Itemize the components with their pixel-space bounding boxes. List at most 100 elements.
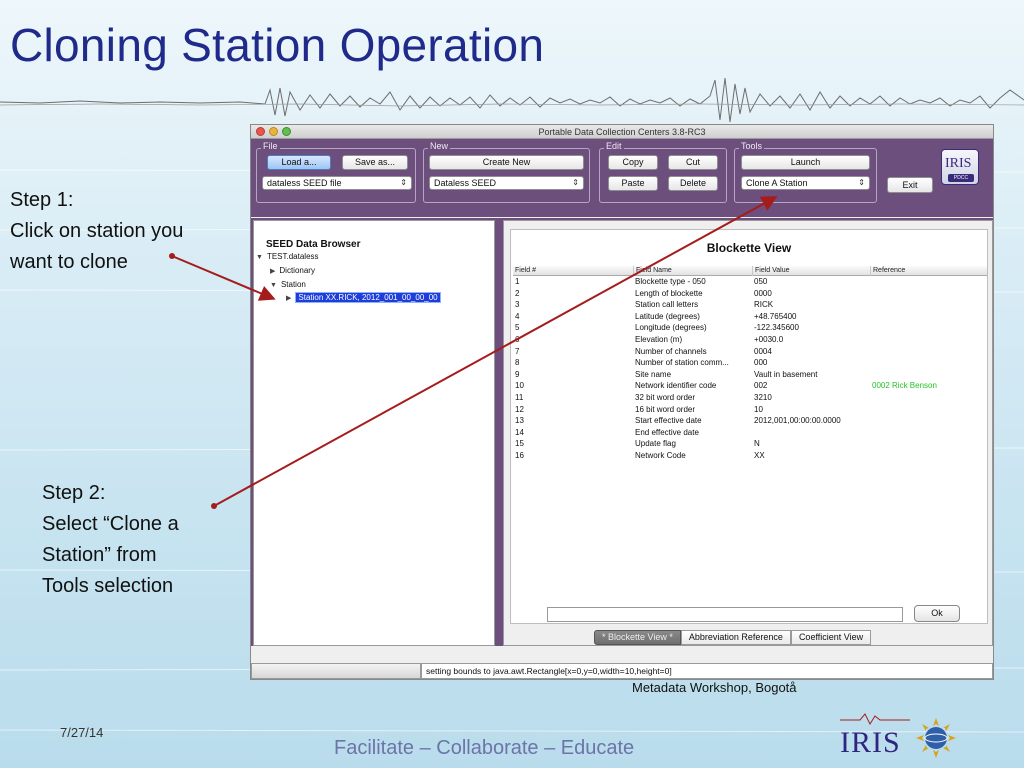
pdcc-badge: PDCC — [948, 174, 974, 182]
table-row[interactable]: 16 Network Code XX — [513, 450, 987, 462]
tree-dictionary-label: Dictionary — [279, 266, 315, 275]
field-name-cell: 16 bit word order — [635, 404, 696, 414]
field-value-cell: 050 — [754, 277, 768, 286]
tools-select[interactable]: Clone A Station ⇕ — [741, 176, 870, 190]
tools-select-value: Clone A Station — [746, 178, 808, 188]
field-value-cell: Vault in basement — [754, 369, 818, 379]
tab-blockette-view[interactable]: * Blockette View * — [594, 630, 681, 645]
new-type-select-value: Dataless SEED — [434, 178, 497, 188]
tree-item-station[interactable]: ▼ Station — [270, 280, 306, 289]
blockette-title: Blockette View — [706, 241, 792, 255]
field-value-cell: 0000 — [754, 288, 772, 298]
table-row[interactable]: 14 End effective date — [513, 427, 987, 439]
column-header[interactable]: Field Value — [752, 266, 870, 276]
table-row[interactable]: 8 Number of station comm... 000 — [513, 357, 987, 369]
table-row[interactable]: 6 Elevation (m) +0030.0 — [513, 334, 987, 346]
window-title: Portable Data Collection Centers 3.8-RC3 — [538, 127, 706, 137]
field-number-cell: 15 — [515, 439, 524, 449]
iris-pdcc-logo: IRIS PDCC — [941, 149, 979, 185]
select-arrows-icon: ⇕ — [858, 178, 865, 187]
field-name-cell: Latitude (degrees) — [635, 311, 700, 321]
field-value-cell: XX — [754, 450, 765, 460]
table-row[interactable]: 2 Length of blockette 0000 — [513, 288, 987, 300]
field-value-cell: 2012,001,00:00:00.0000 — [754, 416, 841, 426]
field-name-cell: Length of blockette — [635, 288, 703, 298]
view-tabs: * Blockette View * Abbreviation Referenc… — [594, 630, 872, 645]
table-row[interactable]: 10 Network identifier code 002 0002 Rick Be… — [513, 380, 987, 392]
field-value-cell: 002 — [754, 381, 768, 391]
window-controls — [256, 127, 291, 136]
table-row[interactable]: 9 Site name Vault in basement — [513, 369, 987, 381]
launch-button[interactable]: Launch — [741, 155, 870, 170]
iris-logo-trace-icon — [840, 713, 910, 726]
ok-button[interactable]: Ok — [914, 605, 960, 622]
zoom-window-button[interactable] — [282, 127, 291, 136]
field-value-cell: -122.345600 — [754, 323, 799, 333]
tree-root[interactable]: ▼ TEST.dataless — [256, 252, 319, 261]
save-as-button[interactable]: Save as... — [342, 155, 408, 170]
table-row[interactable]: 13 Start effective date 2012,001,00:00:00.… — [513, 415, 987, 427]
file-group: File Load a... Save as... dataless SEED … — [256, 141, 416, 203]
field-number-cell: 12 — [515, 404, 524, 414]
table-row[interactable]: 11 32 bit word order 3210 — [513, 392, 987, 404]
create-new-button[interactable]: Create New — [429, 155, 584, 170]
tab-coefficient-view[interactable]: Coefficient View — [790, 630, 872, 645]
table-row[interactable]: 7 Number of channels 0004 — [513, 346, 987, 358]
field-value-cell: N — [754, 439, 760, 449]
field-value-cell: +48.765400 — [754, 311, 797, 321]
main-area: SEED Data Browser ▼ TEST.dataless ▶ Dictio… — [251, 218, 993, 646]
column-header[interactable]: Reference — [870, 266, 987, 276]
field-number-cell: 2 — [515, 288, 520, 298]
blockette-panel: Blockette View Field # Field Name Field … — [503, 220, 993, 646]
tree-item-dictionary[interactable]: ▶ Dictionary — [270, 266, 315, 275]
blockette-table: Field # Field Name Field Value Reference… — [513, 266, 987, 462]
command-area: Ok — [517, 600, 995, 630]
reference-cell: 0002 Rick Benson — [872, 381, 937, 391]
copy-button[interactable]: Copy — [608, 155, 658, 170]
minimize-window-button[interactable] — [269, 127, 278, 136]
table-row[interactable]: 3 Station call letters RICK — [513, 299, 987, 311]
step1-text: Step 1: Click on station you want to clo… — [10, 185, 230, 278]
tab-abbreviation-reference[interactable]: Abbreviation Reference — [680, 630, 791, 645]
command-input[interactable] — [547, 607, 903, 622]
tools-group-label: Tools — [739, 141, 765, 151]
field-name-cell: End effective date — [635, 427, 699, 437]
table-row[interactable]: 4 Latitude (degrees) +48.765400 — [513, 311, 987, 323]
browser-title: SEED Data Browser — [266, 239, 361, 250]
file-group-label: File — [261, 141, 280, 151]
delete-button[interactable]: Delete — [668, 176, 718, 191]
paste-button[interactable]: Paste — [608, 176, 658, 191]
iris-footer-word: IRIS — [840, 726, 901, 759]
field-value-cell: 3210 — [754, 392, 772, 402]
tree-station-label: Station — [280, 280, 306, 289]
field-name-cell: Number of channels — [635, 346, 707, 356]
step1-heading: Step 1: — [10, 189, 74, 211]
new-type-select[interactable]: Dataless SEED ⇕ — [429, 176, 584, 190]
column-header[interactable]: Field # — [513, 266, 633, 276]
exit-button[interactable]: Exit — [887, 177, 933, 193]
field-name-cell: Station call letters — [635, 300, 699, 310]
slide-footer: Facilitate – Collaborate – Educate — [334, 737, 635, 759]
field-value-cell: 000 — [754, 358, 768, 368]
cut-button[interactable]: Cut — [668, 155, 718, 170]
new-group-label: New — [428, 141, 451, 151]
field-number-cell: 4 — [515, 311, 520, 321]
tree-item-station-rick[interactable]: ▶ Station XX.RICK, 2012_001_00_00_00 — [286, 292, 441, 303]
select-arrows-icon: ⇕ — [400, 178, 407, 187]
table-row[interactable]: 1 Blockette type - 050 050 — [513, 276, 987, 288]
toolbar: File Load a... Save as... dataless SEED … — [251, 139, 993, 217]
close-window-button[interactable] — [256, 127, 265, 136]
table-row[interactable]: 12 16 bit word order 10 — [513, 404, 987, 416]
blockette-view: Blockette View Field # Field Name Field … — [510, 229, 988, 624]
file-type-select-value: dataless SEED file — [267, 178, 342, 188]
table-row[interactable]: 5 Longitude (degrees) -122.345600 — [513, 322, 987, 334]
edit-group: Edit Copy Cut Paste Delete — [599, 141, 727, 203]
file-type-select[interactable]: dataless SEED file ⇕ — [262, 176, 412, 190]
field-number-cell: 5 — [515, 323, 520, 333]
load-button[interactable]: Load a... — [267, 155, 331, 170]
slide-title: Cloning Station Operation — [10, 19, 545, 71]
iris-logo-word: IRIS — [945, 156, 972, 171]
table-row[interactable]: 15 Update flag N — [513, 438, 987, 450]
column-header[interactable]: Field Name — [633, 266, 752, 276]
step2-heading: Step 2: — [42, 482, 106, 504]
